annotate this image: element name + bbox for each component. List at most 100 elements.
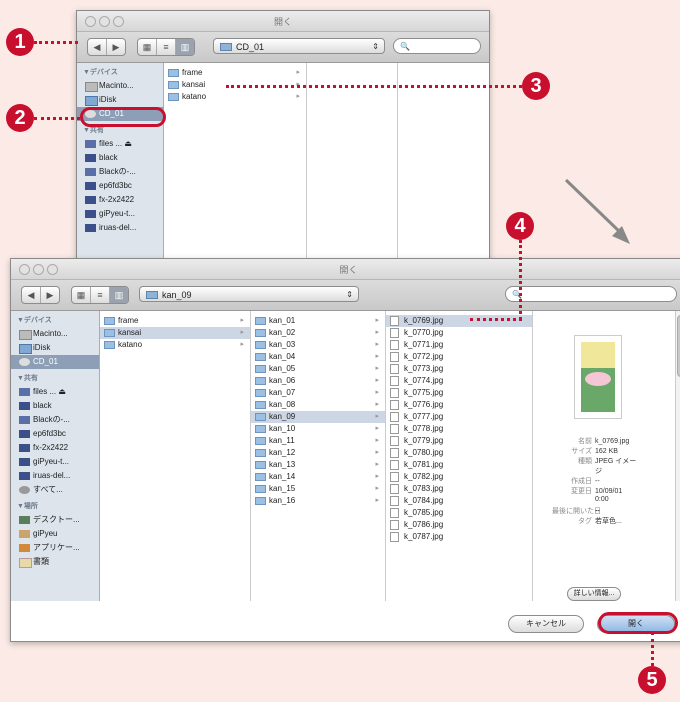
file-row[interactable]: k_0772.jpg <box>386 351 532 363</box>
folder-row[interactable]: kan_09 ▸ <box>251 411 385 423</box>
folder-row[interactable]: kan_05 ▸ <box>251 363 385 375</box>
icon-view-icon[interactable]: ▦ <box>72 287 91 303</box>
sidebar-item-macintosh[interactable]: Macinto... <box>11 327 99 341</box>
chevron-right-icon: ▸ <box>375 341 379 348</box>
folder-row[interactable]: kan_10 ▸ <box>251 423 385 435</box>
file-row[interactable]: k_0770.jpg <box>386 327 532 339</box>
folder-row[interactable]: kan_03 ▸ <box>251 339 385 351</box>
folder-row[interactable]: frame ▸ <box>164 67 306 79</box>
info-value: 若草色... <box>595 518 622 525</box>
sidebar-item-label: 書類 <box>33 557 49 566</box>
forward-icon[interactable]: ▶ <box>41 287 59 303</box>
chevron-right-icon: ▸ <box>375 377 379 384</box>
location-popup[interactable]: kan_09 ⇕ <box>139 286 359 302</box>
search-field[interactable]: 🔍 <box>505 286 677 302</box>
folder-row[interactable]: kan_16 ▸ <box>251 495 385 507</box>
folder-row[interactable]: katano ▸ <box>164 91 306 103</box>
folder-row[interactable]: kan_04 ▸ <box>251 351 385 363</box>
file-row[interactable]: k_0774.jpg <box>386 375 532 387</box>
title-bar[interactable]: 開く <box>11 259 680 280</box>
folder-row[interactable]: frame ▸ <box>100 315 250 327</box>
list-view-icon[interactable]: ≡ <box>157 39 176 55</box>
folder-row[interactable]: kan_15 ▸ <box>251 483 385 495</box>
file-row[interactable]: k_0786.jpg <box>386 519 532 531</box>
folder-row[interactable]: kan_14 ▸ <box>251 471 385 483</box>
back-icon[interactable]: ◀ <box>22 287 41 303</box>
sidebar-item-shared[interactable]: files ... ⏏ <box>77 137 163 151</box>
sidebar-item-label: files ... ⏏ <box>33 387 66 396</box>
sidebar-item-idisk[interactable]: iDisk <box>11 341 99 355</box>
file-row[interactable]: k_0773.jpg <box>386 363 532 375</box>
sidebar-item-shared[interactable]: Blackの-... <box>77 165 163 179</box>
sidebar-item-all[interactable]: すべて... <box>11 483 99 497</box>
sidebar-item-shared[interactable]: iruas-del... <box>77 221 163 235</box>
folder-row-selected[interactable]: kansai ▸ <box>100 327 250 339</box>
folder-row[interactable]: kan_08 ▸ <box>251 399 385 411</box>
sidebar-item-shared[interactable]: iruas-del... <box>11 469 99 483</box>
sidebar-item-shared[interactable]: fx-2x2422 <box>77 193 163 207</box>
sidebar-item-home[interactable]: giPyeu <box>11 527 99 541</box>
sidebar-item-shared[interactable]: giPyeu-t... <box>11 455 99 469</box>
sidebar-item-cd01[interactable]: CD_01 <box>11 355 99 369</box>
view-mode-control[interactable]: ▦ ≡ ▥ <box>71 286 129 304</box>
folder-row[interactable]: kan_01 ▸ <box>251 315 385 327</box>
view-mode-control[interactable]: ▦ ≡ ▥ <box>137 38 195 56</box>
file-row[interactable]: k_0776.jpg <box>386 399 532 411</box>
column-view-icon[interactable]: ▥ <box>110 287 128 303</box>
chevron-right-icon: ▸ <box>375 425 379 432</box>
sidebar-item-documents[interactable]: 書類 <box>11 555 99 569</box>
title-bar[interactable]: 開く <box>77 11 489 32</box>
list-view-icon[interactable]: ≡ <box>91 287 110 303</box>
file-row[interactable]: k_0781.jpg <box>386 459 532 471</box>
file-name: k_0769.jpg <box>404 316 444 325</box>
column-view-icon[interactable]: ▥ <box>176 39 194 55</box>
folder-name: kan_08 <box>269 400 296 409</box>
back-forward-control[interactable]: ◀ ▶ <box>21 286 60 304</box>
file-row[interactable]: k_0783.jpg <box>386 483 532 495</box>
file-row[interactable]: k_0782.jpg <box>386 471 532 483</box>
back-icon[interactable]: ◀ <box>88 39 107 55</box>
forward-icon[interactable]: ▶ <box>107 39 125 55</box>
sidebar-item-idisk[interactable]: iDisk <box>77 93 163 107</box>
sidebar-item-shared[interactable]: ep6fd3bc <box>11 427 99 441</box>
vertical-scrollbar[interactable] <box>675 311 680 601</box>
sidebar-item-macintosh[interactable]: Macinto... <box>77 79 163 93</box>
folder-row[interactable]: kan_11 ▸ <box>251 435 385 447</box>
file-row[interactable]: k_0775.jpg <box>386 387 532 399</box>
folder-row[interactable]: kan_07 ▸ <box>251 387 385 399</box>
network-computer-icon <box>85 210 96 218</box>
info-row: 種類 JPEG イメー <box>552 456 636 466</box>
cancel-button[interactable]: キャンセル <box>508 615 584 633</box>
sidebar-item-shared[interactable]: fx-2x2422 <box>11 441 99 455</box>
file-row[interactable]: k_0785.jpg <box>386 507 532 519</box>
file-row[interactable]: k_0777.jpg <box>386 411 532 423</box>
folder-row[interactable]: kan_12 ▸ <box>251 447 385 459</box>
file-row[interactable]: k_0769.jpg <box>386 315 532 327</box>
file-row[interactable]: k_0778.jpg <box>386 423 532 435</box>
sidebar-item-shared[interactable]: giPyeu-t... <box>77 207 163 221</box>
location-label: kan_09 <box>162 290 192 300</box>
sidebar-item-applications[interactable]: アプリケー... <box>11 541 99 555</box>
sidebar-item-shared[interactable]: ep6fd3bc <box>77 179 163 193</box>
more-info-button[interactable]: 詳しい情報... <box>567 587 621 601</box>
sidebar-item-shared[interactable]: black <box>11 399 99 413</box>
folder-row[interactable]: katano ▸ <box>100 339 250 351</box>
icon-view-icon[interactable]: ▦ <box>138 39 157 55</box>
file-row[interactable]: k_0779.jpg <box>386 435 532 447</box>
sidebar-item-shared[interactable]: black <box>77 151 163 165</box>
sidebar-item-desktop[interactable]: デスクトー... <box>11 513 99 527</box>
file-row[interactable]: k_0787.jpg <box>386 531 532 543</box>
search-field[interactable]: 🔍 <box>393 38 481 54</box>
file-row[interactable]: k_0771.jpg <box>386 339 532 351</box>
sidebar-item-shared[interactable]: files ... ⏏ <box>11 385 99 399</box>
sidebar-item-label: Macinto... <box>33 329 68 338</box>
sidebar-item-shared[interactable]: Blackの-... <box>11 413 99 427</box>
location-popup[interactable]: CD_01 ⇕ <box>213 38 385 54</box>
preview-figure <box>585 372 611 386</box>
file-row[interactable]: k_0784.jpg <box>386 495 532 507</box>
file-row[interactable]: k_0780.jpg <box>386 447 532 459</box>
back-forward-control[interactable]: ◀ ▶ <box>87 38 126 56</box>
folder-row[interactable]: kan_02 ▸ <box>251 327 385 339</box>
folder-row[interactable]: kan_13 ▸ <box>251 459 385 471</box>
folder-row[interactable]: kan_06 ▸ <box>251 375 385 387</box>
